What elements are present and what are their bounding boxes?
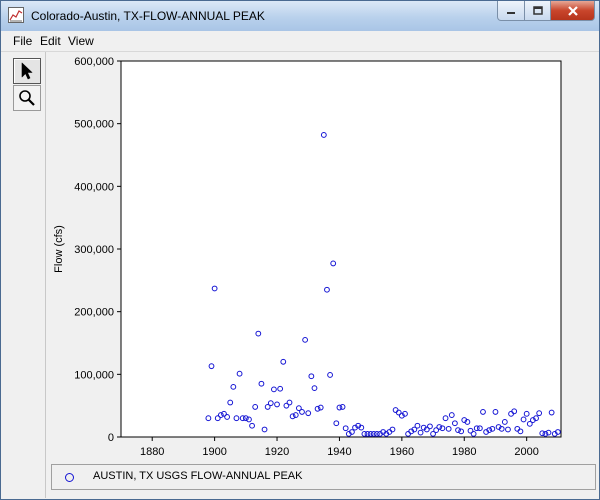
x-tick-label: 1960 xyxy=(390,446,414,458)
x-tick-label: 1980 xyxy=(452,446,476,458)
minimize-button[interactable] xyxy=(497,1,525,21)
app-window: Colorado-Austin, TX-FLOW-ANNUAL PEAK Fil… xyxy=(0,0,600,500)
y-tick-label: 500,000 xyxy=(74,119,114,131)
menu-view[interactable]: View xyxy=(68,34,94,48)
window-title: Colorado-Austin, TX-FLOW-ANNUAL PEAK xyxy=(31,9,265,23)
menu-file[interactable]: File xyxy=(13,34,32,48)
window-controls xyxy=(497,1,595,21)
x-tick-label: 2000 xyxy=(514,446,538,458)
menu-edit[interactable]: Edit xyxy=(40,34,61,48)
x-tick-label: 1920 xyxy=(265,446,289,458)
close-icon xyxy=(567,5,578,16)
scatter-chart: Flow (cfs) 0 100,000 200,000 300,000 400,000 5… xyxy=(53,56,562,458)
close-button[interactable] xyxy=(551,1,595,21)
y-tick-label: 300,000 xyxy=(74,244,114,256)
magnifier-icon xyxy=(19,90,35,106)
maximize-icon xyxy=(532,5,543,15)
y-axis-title: Flow (cfs) xyxy=(53,225,65,273)
pointer-icon xyxy=(21,62,33,80)
zoom-tool-button[interactable] xyxy=(13,85,41,111)
legend-series-label: AUSTIN, TX USGS FLOW-ANNUAL PEAK xyxy=(93,470,303,482)
y-tick-label: 200,000 xyxy=(74,307,114,319)
x-tick-label: 1940 xyxy=(327,446,351,458)
menu-bar: File Edit View xyxy=(1,31,599,52)
legend-marker xyxy=(65,473,74,482)
minimize-icon xyxy=(507,11,515,14)
pointer-tool-button[interactable] xyxy=(13,58,41,84)
y-tick-label: 0 xyxy=(108,432,114,444)
y-tick-label: 100,000 xyxy=(74,369,114,381)
tool-palette xyxy=(1,52,46,498)
maximize-button[interactable] xyxy=(525,1,551,21)
chart-legend: AUSTIN, TX USGS FLOW-ANNUAL PEAK xyxy=(51,464,596,490)
chart-area: Flow (cfs) 0 100,000 200,000 300,000 400,000 5… xyxy=(46,52,599,462)
x-tick-label: 1900 xyxy=(202,446,226,458)
y-tick-label: 400,000 xyxy=(74,181,114,193)
plot-area xyxy=(120,60,562,438)
y-tick-label: 600,000 xyxy=(74,56,114,68)
x-tick-label: 1880 xyxy=(140,446,164,458)
chart-app-icon xyxy=(8,7,24,23)
title-bar[interactable]: Colorado-Austin, TX-FLOW-ANNUAL PEAK xyxy=(1,1,599,31)
